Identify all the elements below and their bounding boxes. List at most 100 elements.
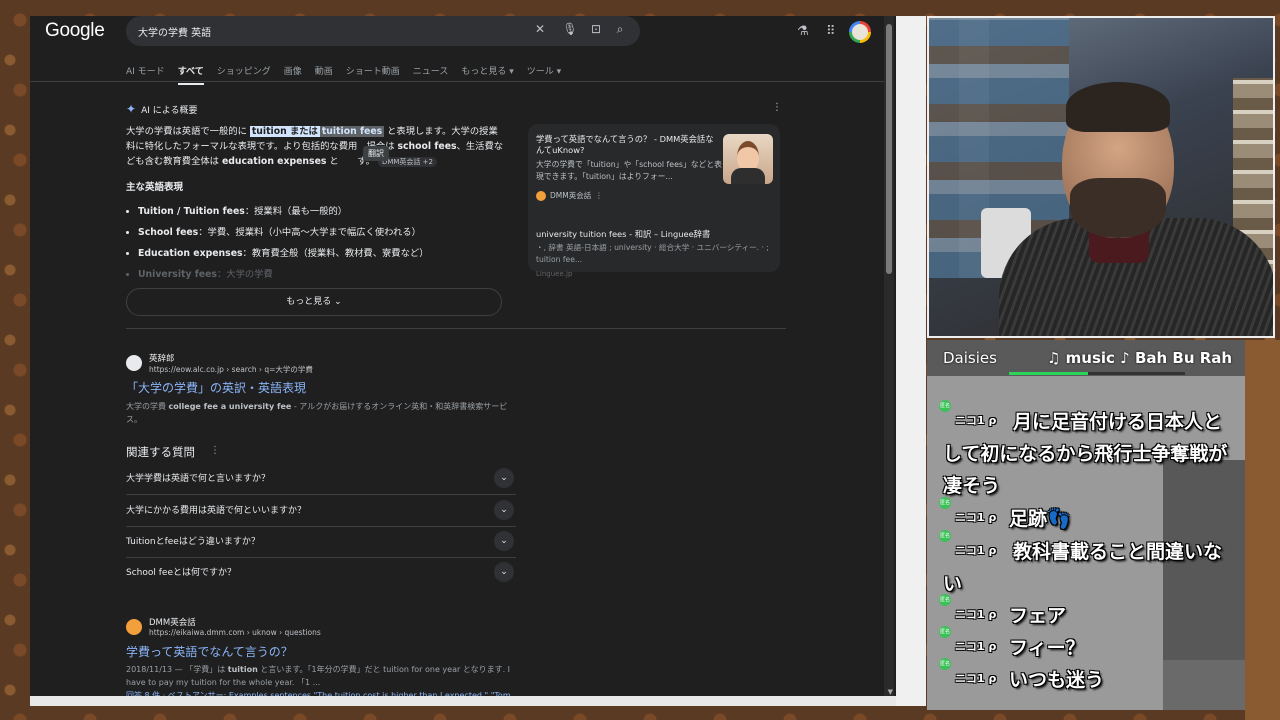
ai-text-1: 大学の学費は英語で一般的に	[126, 126, 250, 137]
related-question[interactable]: 大学学費は英語で何と言いますか？ ⌄	[126, 463, 516, 495]
bullet-term: School fees	[138, 227, 199, 238]
ai-bullet-list: Tuition / Tuition fees：授業料（最も一般的） School…	[138, 201, 429, 285]
chevron-down-icon[interactable]: ⌄	[494, 562, 514, 582]
anonymous-badge: 匿名	[939, 658, 951, 670]
translate-tooltip[interactable]: 翻訳	[363, 146, 389, 161]
sparkle-icon: ✦	[126, 102, 137, 116]
browser-window: Google 大学の学費 英語 ✕ 🎙 ⊡ ⌕ ⚗ ⠿ AI モード すべて シ…	[30, 16, 896, 706]
chat-message: 匿名 ニコ1 ρ 月に足音付ける日本人として初になるから飛行士争奪戦が凄そう	[939, 400, 1239, 502]
list-item: School fees：学費、授業料（小中高〜大学まで幅広く使われる）	[138, 222, 429, 243]
source-1-site-name: DMM英会話	[550, 191, 592, 200]
anonymous-badge: 匿名	[939, 626, 951, 638]
snippet-text: 大学の学費	[126, 402, 169, 411]
question-text: Tuitionとfeeはどう違いますか？	[126, 537, 260, 547]
ai-bold-education-expenses: education expenses	[221, 156, 327, 167]
snippet-text: 2018/11/13 — 「学費」は	[126, 665, 228, 674]
chat-text: 教科書載ること間違いない	[943, 541, 1223, 595]
ai-bold-school-fees: school fees	[397, 141, 457, 152]
chat-text: 月に足音付ける日本人として初になるから飛行士争奪戦が凄そう	[943, 411, 1228, 497]
bullet-term: Education expenses	[138, 248, 243, 259]
question-text: 大学学費は英語で何と言いますか？	[126, 474, 271, 484]
source-1-thumbnail[interactable]	[723, 134, 773, 184]
bullet-desc: ：学費、授業料（小中高〜大学まで幅広く使われる）	[198, 227, 421, 238]
tabs-divider	[30, 81, 886, 82]
search-query[interactable]: 大学の学費 英語	[138, 24, 211, 39]
chevron-down-icon[interactable]: ⌄	[494, 468, 514, 488]
show-more-button[interactable]: もっと見る ⌄	[126, 288, 502, 316]
result-2-url[interactable]: https://eikaiwa.dmm.com › uknow › questi…	[149, 628, 321, 637]
section-divider	[126, 328, 786, 329]
source-1-snippet: 大学の学費で「tuition」や「school fees」などと表現できます。「…	[536, 160, 722, 181]
panel-gap	[896, 16, 926, 706]
related-questions-heading: 関連する質問	[126, 445, 195, 459]
music-track: ♫ music ♪ Bah Bu Rah	[1047, 349, 1233, 367]
snippet-bold: college fee a university fee	[168, 402, 292, 411]
anonymous-badge: 匿名	[939, 497, 951, 509]
related-question[interactable]: 大学にかかる費用は英語で何といいますか？ ⌄	[126, 495, 516, 527]
source-2-title[interactable]: university tuition fees - 和訳 – Linguee辞書	[536, 228, 710, 240]
chat-message: 匿名 ニコ1 ρ 教科書載ること間違いない	[939, 530, 1239, 600]
related-question[interactable]: School feeとは何ですか？ ⌄	[126, 557, 516, 589]
music-label: Daisies	[943, 349, 997, 367]
highlight-tuition-fees[interactable]: tuition fees	[319, 126, 385, 137]
search-input[interactable]: 大学の学費 英語 ✕ 🎙 ⊡ ⌕	[126, 16, 640, 46]
account-avatar[interactable]	[849, 21, 871, 43]
scrollbar-thumb[interactable]	[886, 24, 892, 274]
kebab-icon[interactable]: ⋮	[595, 191, 603, 200]
scroll-down-icon[interactable]: ▼	[888, 688, 893, 696]
question-text: 大学にかかる費用は英語で何といいますか？	[126, 506, 307, 516]
result-2-title[interactable]: 学費って英語でなんて言うの？	[126, 643, 293, 660]
ai-text-5: と	[326, 156, 339, 167]
result-2-site[interactable]: DMM英会話	[149, 616, 196, 628]
result-1-site[interactable]: 英辞郎	[149, 352, 175, 364]
search-icon[interactable]: ⌕	[612, 22, 628, 37]
music-progress	[1009, 372, 1185, 375]
streamer-beard	[1070, 178, 1166, 238]
eijiro-favicon-icon	[126, 355, 142, 371]
webcam-feed	[927, 16, 1275, 338]
kebab-icon[interactable]: ⋮	[210, 445, 220, 456]
list-item: Education expenses：教育費全般（授業料、教材費、寮費など）	[138, 243, 429, 264]
bullet-term: Tuition / Tuition fees	[138, 206, 245, 217]
source-1-site[interactable]: DMM英会話 ⋮	[536, 190, 603, 201]
chat-username: ニコ1 ρ	[955, 608, 997, 621]
lens-icon[interactable]: ⊡	[588, 22, 604, 36]
chevron-down-icon[interactable]: ⌄	[494, 500, 514, 520]
snippet-bold: tuition	[227, 665, 258, 674]
bullet-desc: ：授業料（最も一般的）	[244, 206, 348, 217]
chat-message: 匿名 ニコ1 ρ いつも迷う	[939, 658, 1239, 696]
source-1-title[interactable]: 学費って英語でなんて言うの？ - DMM英会話なんてuKnow?	[536, 134, 716, 156]
more-options-icon[interactable]: ⋮	[772, 102, 782, 113]
ai-subheading: 主な英語表現	[126, 182, 184, 193]
highlight-tuition: tuition または	[249, 126, 320, 137]
list-item: Tuition / Tuition fees：授業料（最も一般的）	[138, 201, 429, 222]
music-progress-fill	[1009, 372, 1089, 375]
related-question[interactable]: Tuitionとfeeはどう違いますか？ ⌄	[126, 526, 516, 558]
bullet-desc: ：大学の学費	[216, 269, 273, 280]
chat-username: ニコ1 ρ	[955, 511, 997, 524]
result-1-url[interactable]: https://eow.alc.co.jp › search › q=大学の学費	[149, 364, 313, 375]
labs-flask-icon[interactable]: ⚗	[797, 24, 809, 39]
horizontal-scrollbar[interactable]	[30, 696, 896, 706]
ai-overview-title: AI による概要	[141, 105, 198, 116]
chevron-down-icon[interactable]: ⌄	[494, 531, 514, 551]
background-strip	[1245, 340, 1280, 720]
microphone-icon[interactable]: 🎙	[562, 22, 578, 36]
source-2-site[interactable]: Linguee.jp	[536, 270, 572, 278]
result-1-title[interactable]: 「大学の学費」の英訳・英語表現	[126, 379, 306, 396]
clear-icon[interactable]: ✕	[532, 22, 548, 36]
bullet-desc: ：教育費全般（授業料、教材費、寮費など）	[242, 248, 429, 259]
now-playing-bar: Daisies ♫ music ♪ Bah Bu Rah	[927, 340, 1245, 376]
chat-username: ニコ1 ρ	[955, 640, 997, 653]
ai-overview-text: 大学の学費は英語で一般的に tuition または tuition fees と表…	[126, 124, 504, 170]
result-1-snippet: 大学の学費 college fee a university fee - アルク…	[126, 400, 512, 426]
vertical-scrollbar[interactable]	[884, 16, 894, 696]
list-item: University fees：大学の学費	[138, 264, 429, 285]
apps-grid-icon[interactable]: ⠿	[826, 24, 836, 39]
chat-text: いつも迷う	[1009, 669, 1105, 691]
anonymous-badge: 匿名	[939, 594, 951, 606]
dmm-favicon-icon	[536, 190, 546, 201]
ai-sources-panel: 学費って英語でなんて言うの？ - DMM英会話なんてuKnow? 大学の学費で「…	[528, 124, 780, 278]
google-logo[interactable]: Google	[45, 20, 105, 42]
dmm-favicon-icon	[126, 619, 142, 635]
